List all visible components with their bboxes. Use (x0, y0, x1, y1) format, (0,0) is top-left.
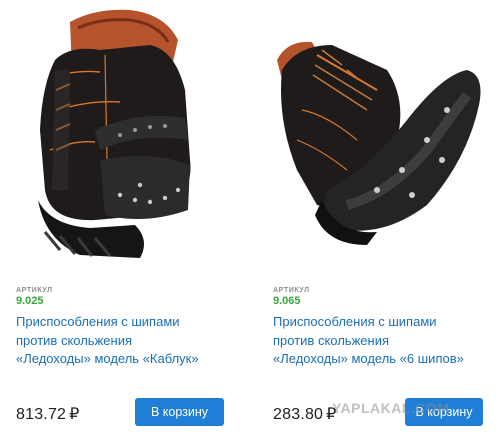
product-title-link[interactable]: Приспособления с шипами против скольжени… (16, 313, 241, 369)
article-label: АРТИКУЛ (16, 287, 53, 294)
add-to-cart-button[interactable]: В корзину (405, 398, 483, 426)
add-to-cart-button[interactable]: В корзину (135, 398, 224, 426)
product-card: АРТИКУЛ 9.025 Приспособления с шипами пр… (0, 0, 240, 441)
product-image[interactable] (257, 0, 497, 270)
product-price: 283.80 ₽ (273, 404, 337, 424)
product-title-line[interactable]: против скольжения (273, 332, 498, 351)
product-price: 813.72 ₽ (16, 404, 80, 424)
sku-number: 9.065 (273, 295, 301, 307)
product-title-line[interactable]: Приспособления с шипами (273, 313, 498, 332)
product-title-line[interactable]: «Ледоходы» модель «Каблук» (16, 350, 241, 369)
currency-symbol: ₽ (326, 406, 337, 423)
boot-heel-ice-cleat-image (38, 9, 191, 258)
product-title-line[interactable]: Приспособления с шипами (16, 313, 241, 332)
product-title-line[interactable]: против скольжения (16, 332, 241, 351)
sku-number: 9.025 (16, 295, 44, 307)
product-title-line[interactable]: «Ледоходы» модель «6 шипов» (273, 350, 498, 369)
boot-sole-six-spike-image (277, 41, 481, 245)
currency-symbol: ₽ (69, 406, 80, 423)
product-title-link[interactable]: Приспособления с шипами против скольжени… (273, 313, 498, 369)
product-card: АРТИКУЛ 9.065 Приспособления с шипами пр… (257, 0, 497, 441)
product-image[interactable] (0, 0, 240, 270)
article-label: АРТИКУЛ (273, 287, 310, 294)
price-value: 813.72 (16, 406, 67, 423)
price-value: 283.80 (273, 406, 324, 423)
